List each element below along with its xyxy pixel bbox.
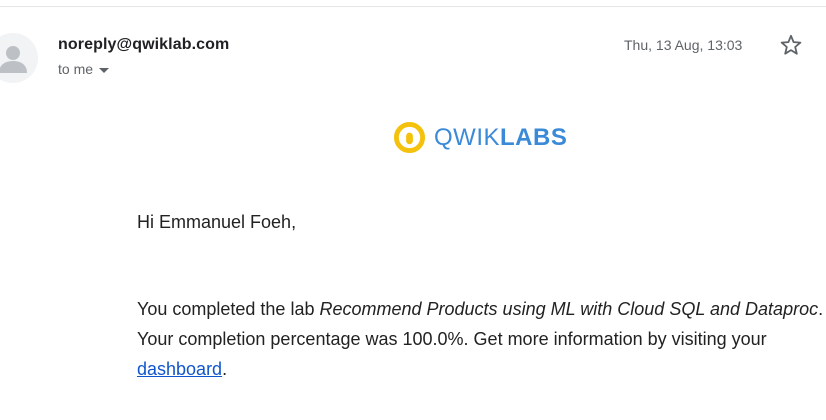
message-date: Thu, 13 Aug, 13:03 [624,37,743,53]
sender-address[interactable]: noreply@qwiklab.com [58,36,229,54]
recipient-label: to me [58,61,94,77]
email-view: noreply@qwiklab.com to me Thu, 13 Aug, 1… [0,0,826,420]
avatar-icon[interactable] [0,33,38,83]
recipient-dropdown[interactable]: to me [58,61,110,77]
qwiklabs-logo-mark [393,121,426,154]
qwiklabs-logo-text: QWIKLABS [434,123,568,151]
qwiklabs-logo: QWIKLABS [393,121,567,154]
greeting: Hi Emmanuel Foeh, [137,212,297,232]
lab-name: Recommend Products using ML with Cloud S… [319,299,819,319]
message-end: . [222,359,228,379]
message-body: You completed the lab Recommend Products… [137,294,826,384]
divider [0,6,826,7]
dashboard-link[interactable]: dashboard [137,359,222,379]
message-intro: You completed the lab [137,299,320,319]
star-icon[interactable] [779,33,803,57]
chevron-down-icon[interactable] [99,67,110,73]
